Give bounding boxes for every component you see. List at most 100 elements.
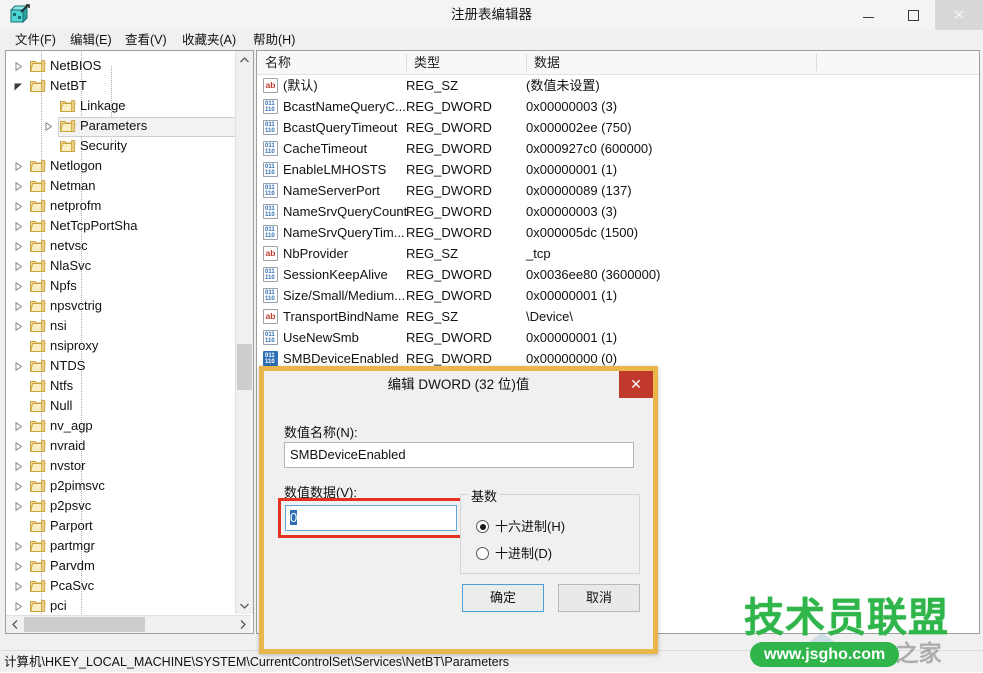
chevron-right-icon[interactable] [14, 222, 23, 231]
registry-tree-pane[interactable]: NetBIOS NetBT Linkage Parameters Security Net… [5, 50, 254, 634]
tree-node-partmgr[interactable]: partmgr [6, 536, 236, 556]
table-row[interactable]: 011 110 CacheTimeout REG_DWORD 0x000927c0 (6… [257, 138, 979, 159]
chevron-right-icon[interactable] [14, 562, 23, 571]
tree-node-netbt[interactable]: NetBT [6, 76, 236, 96]
tree-horizontal-scrollbar[interactable] [6, 615, 251, 633]
tree-node-nvraid[interactable]: nvraid [6, 436, 236, 456]
tree-node-ntds[interactable]: NTDS [6, 356, 236, 376]
table-row[interactable]: ab TransportBindName REG_SZ \Device\ [257, 306, 979, 327]
column-header-0[interactable]: 名称 [257, 51, 414, 74]
chevron-right-icon[interactable] [14, 282, 23, 291]
tree-scroll-right-button[interactable] [234, 616, 251, 633]
tree-node-nlasvc[interactable]: NlaSvc [6, 256, 236, 276]
table-row[interactable]: 011 110 NameSrvQueryTim... REG_DWORD 0x00000… [257, 222, 979, 243]
registry-tree[interactable]: NetBIOS NetBT Linkage Parameters Security Net… [6, 51, 236, 616]
chevron-right-icon[interactable] [14, 462, 23, 471]
chevron-right-icon[interactable] [14, 322, 23, 331]
tree-node-npsvctrig[interactable]: npsvctrig [6, 296, 236, 316]
tree-node-nvstor[interactable]: nvstor [6, 456, 236, 476]
table-row[interactable]: 011 110 EnableLMHOSTS REG_DWORD 0x00000001 (… [257, 159, 979, 180]
menu-item-4[interactable]: 帮助(H) [246, 30, 302, 50]
folder-icon [30, 439, 46, 453]
tree-node-security[interactable]: Security [6, 136, 236, 156]
menu-item-1[interactable]: 编辑(E) [63, 30, 119, 50]
minimize-button[interactable] [845, 0, 890, 30]
table-row[interactable]: 011 110 UseNewSmb REG_DWORD 0x00000001 (1) [257, 327, 979, 348]
menu-item-3[interactable]: 收藏夹(A) [175, 30, 243, 50]
maximize-button[interactable] [890, 0, 935, 30]
tree-node-parameters[interactable]: Parameters [6, 116, 236, 137]
chevron-right-icon[interactable] [14, 202, 23, 211]
value-name-input[interactable]: SMBDeviceEnabled [284, 442, 634, 468]
menu-item-2[interactable]: 查看(V) [118, 30, 174, 50]
tree-node-parvdm[interactable]: Parvdm [6, 556, 236, 576]
column-divider[interactable] [816, 54, 817, 71]
tree-node-p2pimsvc[interactable]: p2pimsvc [6, 476, 236, 496]
chevron-right-icon[interactable] [14, 362, 23, 371]
tree-node-label: Netlogon [50, 158, 103, 173]
chevron-right-icon[interactable] [14, 482, 23, 491]
tree-node-nv-agp[interactable]: nv_agp [6, 416, 236, 436]
chevron-right-icon[interactable] [44, 122, 53, 131]
chevron-right-icon[interactable] [14, 162, 23, 171]
tree-node-nettcpportsha[interactable]: NetTcpPortSha [6, 216, 236, 236]
table-row[interactable]: 011 110 BcastNameQueryC... REG_DWORD 0x00000… [257, 96, 979, 117]
chevron-right-icon[interactable] [14, 542, 23, 551]
tree-node-label: PcaSvc [50, 578, 95, 593]
close-button[interactable]: ✕ [935, 0, 983, 30]
tree-node-nsiproxy[interactable]: nsiproxy [6, 336, 236, 356]
dialog-close-button[interactable]: ✕ [619, 371, 653, 398]
tree-scroll-up-button[interactable] [236, 51, 253, 68]
menu-item-0[interactable]: 文件(F) [8, 30, 63, 50]
tree-node-linkage[interactable]: Linkage [6, 96, 236, 116]
tree-node-netlogon[interactable]: Netlogon [6, 156, 236, 176]
column-header-2[interactable]: 数据 [526, 51, 824, 74]
dword-value-icon: 011 110 [263, 162, 278, 177]
string-value-icon: ab [263, 309, 278, 324]
column-header-1[interactable]: 类型 [406, 51, 534, 74]
tree-scrollbar-thumb[interactable] [237, 344, 252, 390]
tree-node-nsi[interactable]: nsi [6, 316, 236, 336]
chevron-right-icon[interactable] [14, 62, 23, 71]
table-row[interactable]: 011 110 NameServerPort REG_DWORD 0x00000089 … [257, 180, 979, 201]
chevron-right-icon[interactable] [14, 502, 23, 511]
table-row[interactable]: 011 110 NameSrvQueryCount REG_DWORD 0x000000… [257, 201, 979, 222]
tree-node-pci[interactable]: pci [6, 596, 236, 616]
chevron-right-icon[interactable] [14, 182, 23, 191]
chevron-right-icon[interactable] [14, 602, 23, 611]
table-row[interactable]: ab NbProvider REG_SZ _tcp [257, 243, 979, 264]
tree-scroll-left-button[interactable] [6, 616, 23, 633]
tree-node-ntfs[interactable]: Ntfs [6, 376, 236, 396]
tree-node-netprofm[interactable]: netprofm [6, 196, 236, 216]
value-name-cell: EnableLMHOSTS [283, 162, 387, 177]
column-divider[interactable] [406, 54, 407, 71]
table-row[interactable]: ab (默认) REG_SZ (数值未设置) [257, 75, 979, 96]
dword-value-icon: 011 110 [263, 351, 278, 366]
value-data-cell: _tcp [526, 246, 551, 261]
value-data-input[interactable]: 0 [285, 505, 457, 531]
tree-hscrollbar-thumb[interactable] [24, 617, 145, 632]
column-divider[interactable] [526, 54, 527, 71]
tree-node-parport[interactable]: Parport [6, 516, 236, 536]
chevron-right-icon[interactable] [14, 442, 23, 451]
tree-scroll-down-button[interactable] [236, 597, 253, 614]
tree-vertical-scrollbar[interactable] [235, 51, 253, 614]
tree-node-netbios[interactable]: NetBIOS [6, 56, 236, 76]
chevron-right-icon[interactable] [14, 262, 23, 271]
chevron-right-icon[interactable] [14, 582, 23, 591]
tree-node-p2psvc[interactable]: p2psvc [6, 496, 236, 516]
tree-node-netman[interactable]: Netman [6, 176, 236, 196]
chevron-down-icon[interactable] [14, 82, 23, 91]
chevron-right-icon[interactable] [14, 242, 23, 251]
table-row[interactable]: 011 110 SessionKeepAlive REG_DWORD 0x0036ee8… [257, 264, 979, 285]
chevron-right-icon[interactable] [14, 302, 23, 311]
tree-node-null[interactable]: Null [6, 396, 236, 416]
tree-node-npfs[interactable]: Npfs [6, 276, 236, 296]
cancel-button[interactable]: 取消 [558, 584, 640, 612]
table-row[interactable]: 011 110 BcastQueryTimeout REG_DWORD 0x000002… [257, 117, 979, 138]
tree-node-pcasvc[interactable]: PcaSvc [6, 576, 236, 596]
tree-node-netvsc[interactable]: netvsc [6, 236, 236, 256]
table-row[interactable]: 011 110 Size/Small/Medium... REG_DWORD 0x000… [257, 285, 979, 306]
ok-button[interactable]: 确定 [462, 584, 544, 612]
chevron-right-icon[interactable] [14, 422, 23, 431]
